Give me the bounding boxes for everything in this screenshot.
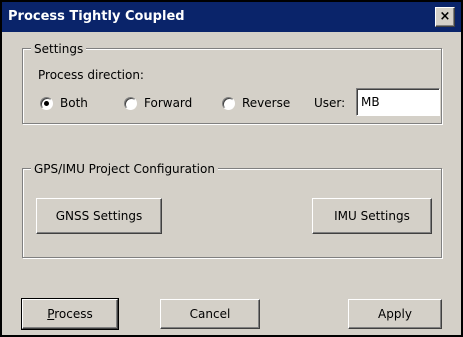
radio-forward[interactable] bbox=[124, 97, 137, 110]
gps-imu-legend: GPS/IMU Project Configuration bbox=[31, 161, 218, 177]
close-button[interactable]: × bbox=[435, 7, 455, 27]
imu-settings-label: IMU Settings bbox=[334, 209, 410, 223]
dialog-window: Process Tightly Coupled × Settings Proce… bbox=[0, 0, 463, 337]
user-label: User: bbox=[314, 96, 346, 110]
radio-both-label[interactable]: Both bbox=[60, 96, 88, 110]
radio-forward-label[interactable]: Forward bbox=[144, 96, 192, 110]
radio-reverse[interactable] bbox=[222, 97, 235, 110]
imu-settings-button[interactable]: IMU Settings bbox=[312, 198, 432, 234]
window-title: Process Tightly Coupled bbox=[8, 9, 185, 24]
radio-selected-dot bbox=[44, 101, 49, 106]
close-icon: × bbox=[439, 9, 451, 24]
process-direction-label: Process direction: bbox=[38, 68, 144, 82]
process-button[interactable]: Process bbox=[21, 298, 119, 330]
apply-label: Apply bbox=[378, 307, 412, 321]
radio-both[interactable] bbox=[40, 97, 53, 110]
gnss-settings-label: GNSS Settings bbox=[55, 209, 143, 223]
title-bar[interactable]: Process Tightly Coupled × bbox=[2, 2, 461, 32]
gnss-settings-button[interactable]: GNSS Settings bbox=[36, 198, 162, 234]
cancel-label: Cancel bbox=[189, 307, 231, 321]
cancel-button[interactable]: Cancel bbox=[160, 299, 260, 329]
settings-legend: Settings bbox=[31, 41, 87, 57]
process-label: rocess bbox=[54, 307, 93, 321]
user-input[interactable] bbox=[356, 88, 440, 116]
radio-reverse-label[interactable]: Reverse bbox=[242, 96, 290, 110]
apply-button[interactable]: Apply bbox=[348, 299, 442, 329]
